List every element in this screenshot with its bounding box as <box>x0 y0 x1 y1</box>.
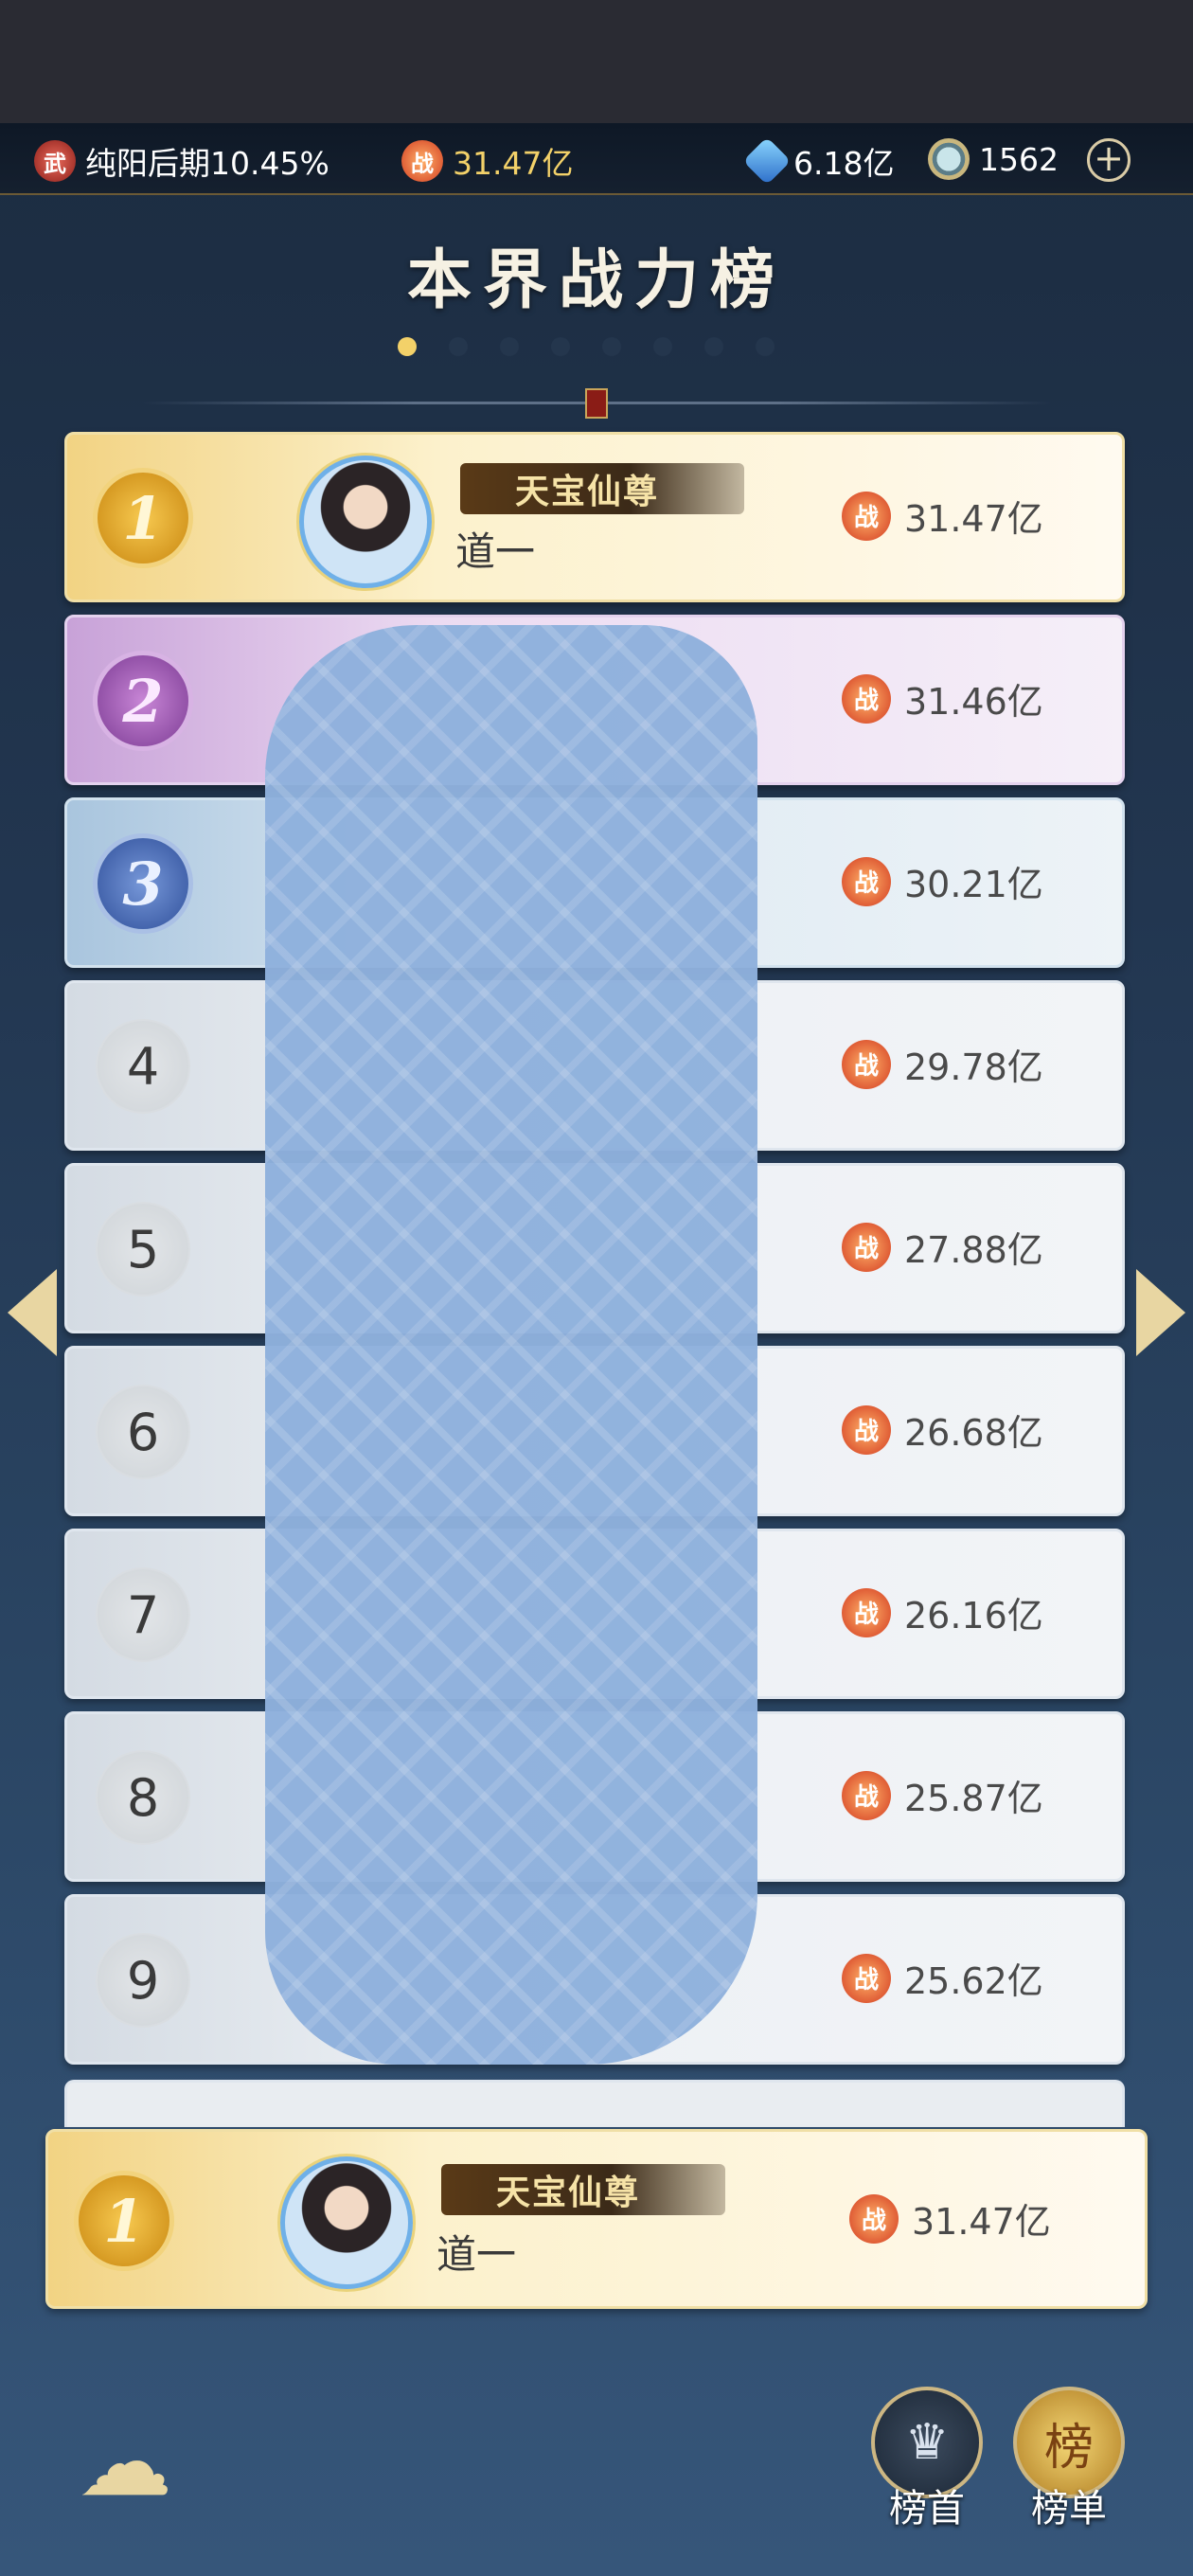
plus-icon[interactable]: + <box>1087 138 1131 182</box>
coin-stat[interactable]: 1562 <box>928 138 1059 180</box>
ranking-row-partial[interactable] <box>64 2080 1125 2127</box>
top-ranker-label: 榜首 <box>889 2487 965 2531</box>
power-value: 战 25.62亿 <box>842 1952 1043 2004</box>
rank-badge: 6 <box>98 1386 188 1477</box>
battle-power-icon: 战 <box>842 1770 891 1820</box>
top-decorative-band <box>0 0 1193 123</box>
power-value: 战 31.46亿 <box>842 672 1043 724</box>
power-text: 31.47亿 <box>904 498 1043 540</box>
page-dot[interactable] <box>653 337 672 356</box>
rank-badge: 8 <box>98 1752 188 1843</box>
prev-page-arrow-icon[interactable] <box>8 1269 57 1356</box>
realm-text: 纯阳后期10.45% <box>85 145 329 182</box>
page-dot[interactable] <box>449 337 468 356</box>
power-text: 31.47亿 <box>912 2201 1051 2243</box>
power-text: 26.68亿 <box>904 1412 1043 1454</box>
page-dot[interactable] <box>500 337 519 356</box>
power-value: 战 31.47亿 <box>849 2192 1051 2245</box>
cloud-menu-icon[interactable]: ☁ <box>59 2415 191 2510</box>
redaction-scribble <box>265 625 757 2065</box>
my-ranking-card[interactable]: 1 天宝仙尊 道一 战 31.47亿 <box>45 2129 1148 2309</box>
page-title: 本界战力榜 <box>406 242 786 318</box>
status-bar: 武 纯阳后期10.45% 战 31.47亿 6.18亿 1562 + <box>0 123 1193 195</box>
battle-power-icon: 战 <box>842 1222 891 1272</box>
rank-badge: 9 <box>98 1935 188 2026</box>
my-ranking-row[interactable]: 1 天宝仙尊 道一 战 31.47亿 <box>45 2129 1148 2309</box>
power-value: 战 26.68亿 <box>842 1404 1043 1456</box>
ranking-list-label: 榜单 <box>1031 2487 1107 2531</box>
power-text: 25.62亿 <box>904 1960 1043 2002</box>
gem-value: 6.18亿 <box>793 145 895 182</box>
next-page-arrow-icon[interactable] <box>1136 1269 1185 1356</box>
page-dot[interactable] <box>756 337 775 356</box>
page-indicator <box>398 337 775 356</box>
power-value: 战 25.87亿 <box>842 1769 1043 1821</box>
page-dot[interactable] <box>398 337 417 356</box>
power-stat: 战 31.47亿 <box>401 138 573 184</box>
power-text: 26.16亿 <box>904 1595 1043 1637</box>
power-value: 战 27.88亿 <box>842 1221 1043 1273</box>
ranking-list-button[interactable]: 榜 榜单 <box>1007 2387 1131 2548</box>
power-text: 27.88亿 <box>904 1229 1043 1271</box>
power-value: 战 31.47亿 <box>842 490 1043 542</box>
player-name: 道一 <box>436 2231 517 2278</box>
power-icon: 战 <box>401 140 443 182</box>
power-text: 31.46亿 <box>904 681 1043 723</box>
power-text: 30.21亿 <box>904 864 1043 905</box>
avatar[interactable] <box>280 2156 413 2289</box>
battle-power-icon: 战 <box>842 1587 891 1637</box>
realm-stat: 武 纯阳后期10.45% <box>34 138 329 184</box>
rank-badge: 1 <box>98 473 188 564</box>
title-badge: 天宝仙尊 <box>441 2164 725 2215</box>
player-name: 道一 <box>455 528 536 575</box>
page-dot[interactable] <box>704 337 723 356</box>
seal-icon <box>585 388 608 419</box>
battle-power-icon: 战 <box>849 2193 899 2244</box>
top-ranker-button[interactable]: ♛ 榜首 <box>865 2387 988 2548</box>
rank-badge: 7 <box>98 1569 188 1660</box>
coin-value: 1562 <box>979 140 1059 178</box>
page-dot[interactable] <box>551 337 570 356</box>
gem-stat[interactable]: 6.18亿 <box>742 136 895 186</box>
battle-power-icon: 战 <box>842 1404 891 1455</box>
power-value: 战 29.78亿 <box>842 1038 1043 1090</box>
ranking-row[interactable]: 1 天宝仙尊 道一 战 31.47亿 <box>64 432 1125 602</box>
rank-badge: 3 <box>98 838 188 929</box>
rank-badge: 4 <box>98 1021 188 1112</box>
power-value: 战 30.21亿 <box>842 855 1043 907</box>
battle-power-icon: 战 <box>842 856 891 906</box>
power-text: 29.78亿 <box>904 1046 1043 1088</box>
page-dot[interactable] <box>602 337 621 356</box>
title-badge: 天宝仙尊 <box>460 463 744 514</box>
battle-power-icon: 战 <box>842 1953 891 2003</box>
power-text: 25.87亿 <box>904 1778 1043 1819</box>
avatar[interactable] <box>299 456 432 588</box>
rank-badge: 2 <box>98 655 188 746</box>
realm-icon: 武 <box>34 140 76 182</box>
rank-badge: 5 <box>98 1204 188 1295</box>
battle-power-icon: 战 <box>842 1039 891 1089</box>
battle-power-icon: 战 <box>842 673 891 724</box>
coin-icon <box>928 138 970 180</box>
battle-power-icon: 战 <box>842 491 891 541</box>
gem-icon <box>742 136 792 186</box>
power-text: 31.47亿 <box>453 145 574 182</box>
power-value: 战 26.16亿 <box>842 1586 1043 1638</box>
rank-badge: 1 <box>79 2175 169 2266</box>
